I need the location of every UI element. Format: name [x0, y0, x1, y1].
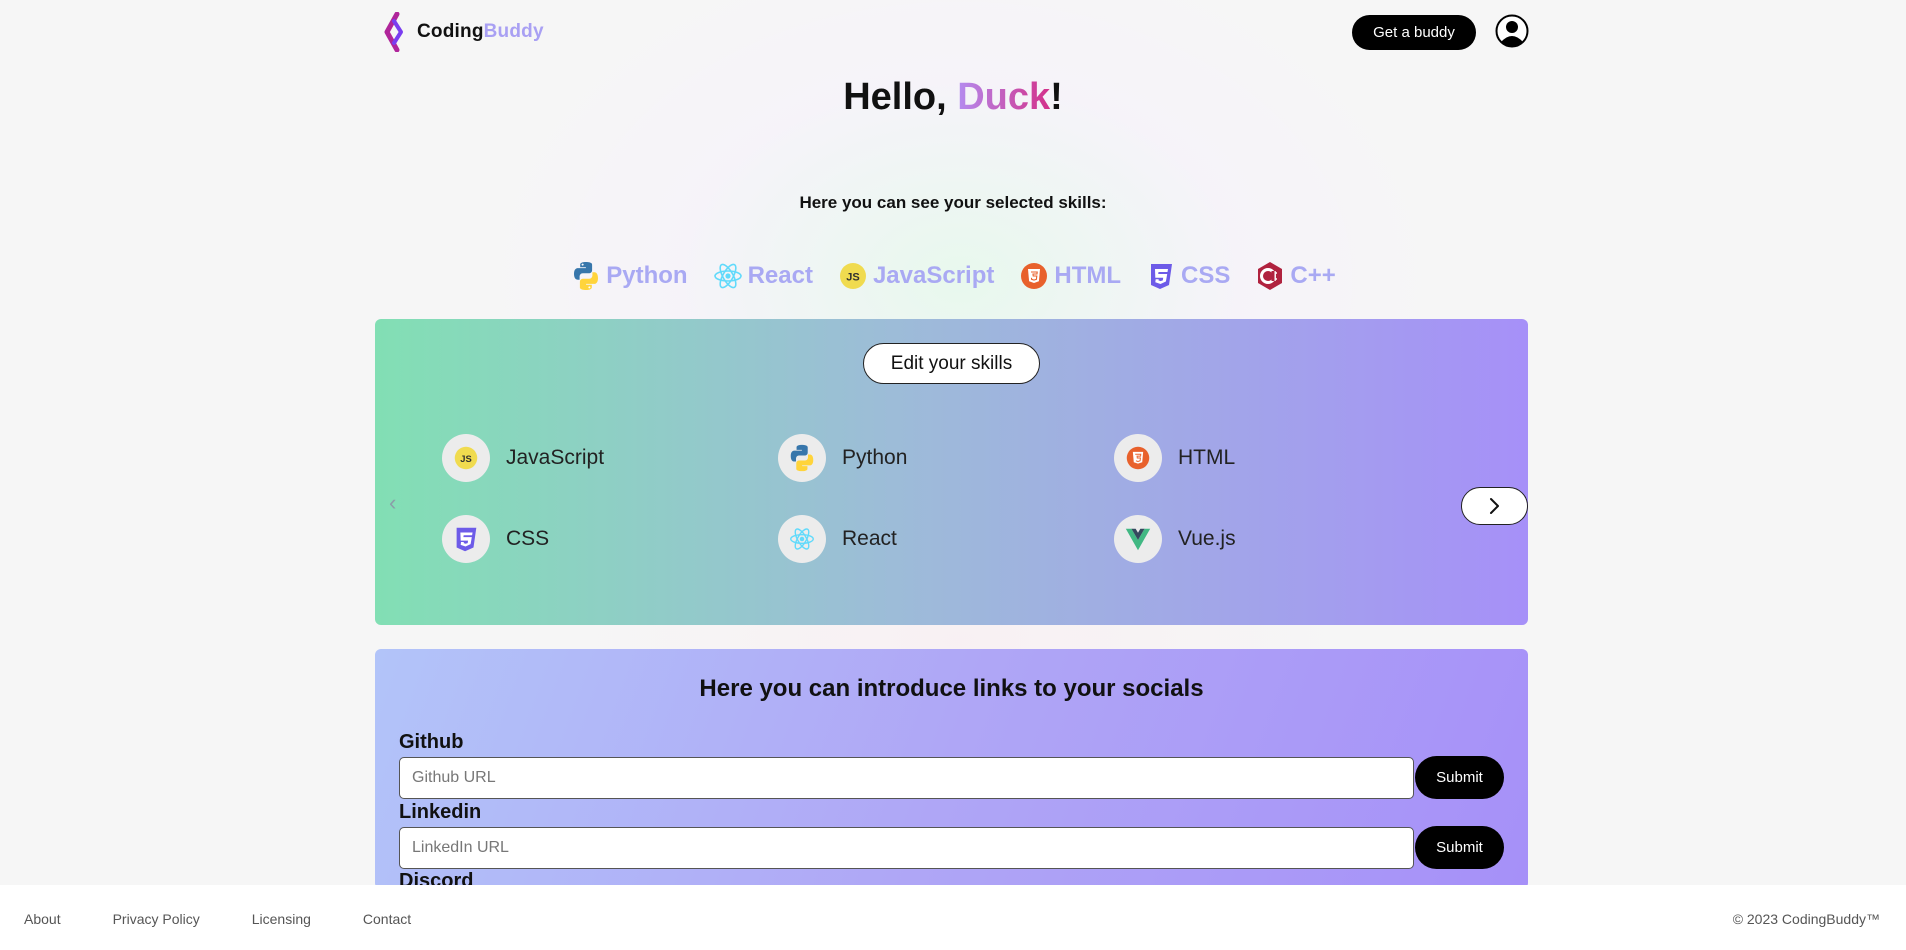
skill-icon-wrapper — [1114, 434, 1162, 482]
user-circle-icon[interactable] — [1495, 14, 1529, 48]
skill-icon-wrapper — [778, 515, 826, 563]
react-icon — [713, 263, 742, 289]
selected-skill-label: C++ — [1290, 262, 1336, 289]
skill-option-javascript[interactable]: JS JavaScript — [442, 434, 604, 482]
selected-skill-label: JavaScript — [872, 262, 995, 289]
logo-text: CodingBuddy — [417, 21, 544, 43]
python-icon — [574, 262, 599, 290]
skill-option-label: Vue.js — [1178, 527, 1236, 550]
selected-skill-react: React — [712, 260, 813, 292]
cpp-icon — [1258, 262, 1283, 290]
skill-icon-wrapper — [778, 434, 826, 482]
javascript-icon: JS — [839, 263, 866, 289]
javascript-icon: JS — [454, 446, 478, 470]
skill-option-label: React — [842, 527, 897, 550]
selected-skills-title: Here you can see your selected skills: — [799, 193, 1107, 212]
skill-option-python[interactable]: Python — [778, 434, 907, 482]
selected-skill-python: Python — [570, 260, 688, 292]
footer-link-licensing[interactable]: Licensing — [252, 911, 311, 927]
logo[interactable]: CodingBuddy — [381, 12, 544, 52]
css-icon — [456, 527, 477, 552]
next-page-button[interactable] — [1461, 487, 1528, 525]
selected-skills-list: Python React JS JavaScript HTML CSS C++ — [0, 260, 1906, 292]
skills-carousel-panel: Edit your skills JS JavaScript Python HT… — [375, 319, 1528, 625]
top-header: CodingBuddy Get a buddy — [375, 0, 1529, 64]
skill-icon-wrapper — [1114, 515, 1162, 563]
python-icon — [790, 444, 814, 472]
selected-skill-css: CSS — [1145, 260, 1230, 292]
vue-icon — [1125, 528, 1151, 551]
logo-icon — [384, 12, 403, 52]
footer: About Privacy Policy Licensing Contact ©… — [0, 885, 1906, 950]
skill-icon-wrapper — [442, 515, 490, 563]
footer-link-about[interactable]: About — [24, 911, 61, 927]
logo-text-coding: Coding — [417, 21, 484, 42]
selected-skill-label: Python — [606, 262, 688, 289]
github-url-input[interactable] — [399, 757, 1414, 799]
skill-option-css[interactable]: CSS — [442, 515, 549, 563]
footer-copyright: © 2023 CodingBuddy™ — [1732, 911, 1880, 927]
selected-skill-label: CSS — [1181, 262, 1231, 289]
skill-option-label: JavaScript — [506, 446, 605, 469]
react-icon — [790, 528, 814, 550]
footer-link-contact[interactable]: Contact — [363, 911, 411, 927]
socials-panel: Here you can introduce links to your soc… — [375, 649, 1528, 892]
skill-icon-wrapper: JS — [442, 434, 490, 482]
skill-option-label: HTML — [1178, 446, 1236, 469]
chevron-left-icon[interactable]: ‹ — [389, 490, 396, 516]
selected-skill-label: React — [747, 262, 813, 289]
svg-text:JS: JS — [846, 272, 859, 284]
edit-skills-button[interactable]: Edit your skills — [863, 343, 1040, 384]
selected-skill-cpp: C++ — [1254, 260, 1336, 292]
selected-skill-html: HTML — [1018, 260, 1121, 292]
html-icon — [1126, 446, 1150, 470]
linkedin-submit-button[interactable]: Submit — [1415, 826, 1504, 869]
footer-links: About Privacy Policy Licensing Contact — [24, 911, 411, 927]
greeting-username: Duck — [957, 76, 1051, 118]
linkedin-url-input[interactable] — [399, 827, 1414, 869]
greeting-exclaim: ! — [1050, 76, 1063, 118]
greeting-heading: Hello, Duck! — [0, 76, 1906, 119]
skill-option-label: Python — [842, 446, 908, 469]
skill-option-label: CSS — [506, 527, 550, 550]
skill-option-html[interactable]: HTML — [1114, 434, 1235, 482]
footer-link-privacy-policy[interactable]: Privacy Policy — [113, 911, 200, 927]
selected-skill-label: HTML — [1054, 262, 1122, 289]
github-label: Github — [399, 731, 464, 753]
skill-option-react[interactable]: React — [778, 515, 897, 563]
socials-title: Here you can introduce links to your soc… — [699, 675, 1204, 702]
github-submit-button[interactable]: Submit — [1415, 756, 1504, 799]
svg-text:JS: JS — [460, 454, 471, 464]
skill-option-vue[interactable]: Vue.js — [1114, 515, 1236, 563]
greeting-hello: Hello, — [843, 76, 958, 118]
selected-skill-javascript: JS JavaScript — [837, 260, 994, 292]
chevron-right-icon — [1489, 498, 1499, 514]
css-icon — [1151, 264, 1173, 289]
get-a-buddy-button[interactable]: Get a buddy — [1352, 15, 1476, 50]
logo-text-buddy: Buddy — [483, 21, 544, 42]
linkedin-label: Linkedin — [399, 801, 482, 823]
html-icon — [1021, 263, 1048, 289]
